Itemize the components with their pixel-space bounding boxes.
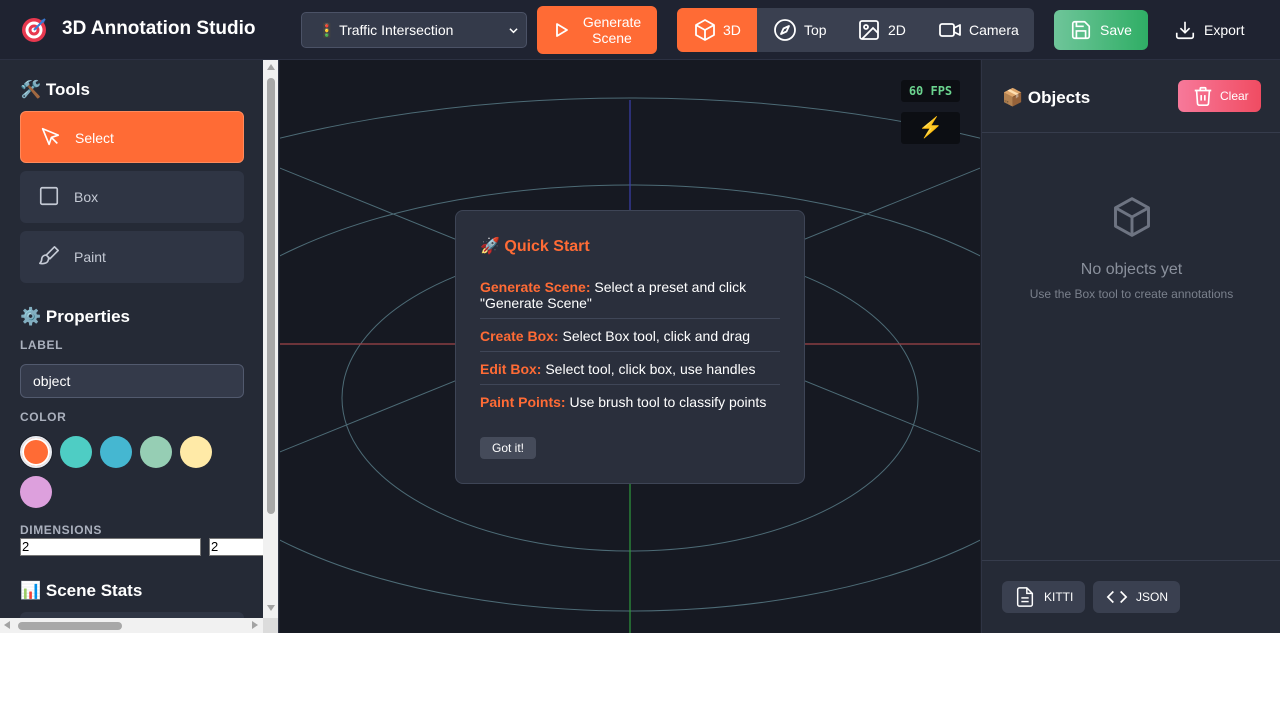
color-caption: COLOR — [20, 410, 67, 424]
scroll-left-icon — [4, 621, 10, 629]
lightning-icon: ⚡ — [901, 112, 960, 144]
objects-header: 📦 Objects Clear — [982, 60, 1280, 133]
cube-icon — [695, 19, 715, 41]
quick-start-item: Create Box: Select Box tool, click and d… — [480, 328, 780, 344]
tools-title: 🛠️ Tools — [20, 80, 90, 99]
scrollbar-thumb[interactable] — [267, 78, 275, 514]
quick-start-key: Create Box: — [480, 328, 559, 344]
scroll-up-icon — [267, 64, 275, 70]
code-icon — [1106, 590, 1128, 604]
scroll-down-icon — [267, 605, 275, 611]
sidebar-vertical-scrollbar[interactable] — [263, 60, 278, 618]
generate-scene-label: Generate Scene — [582, 14, 642, 46]
clear-label: Clear — [1220, 89, 1249, 103]
quick-start-key: Edit Box: — [480, 361, 542, 377]
quick-start-item: Edit Box: Select tool, click box, use ha… — [480, 361, 780, 377]
download-icon — [1175, 21, 1195, 40]
tool-box-label: Box — [74, 189, 99, 205]
trash-icon — [1194, 86, 1212, 106]
top-bar: 3D Annotation Studio 🚦 Traffic Intersect… — [0, 0, 1280, 60]
export-button[interactable]: Export — [1160, 10, 1260, 50]
preset-select[interactable]: 🚦 Traffic Intersection — [301, 12, 527, 48]
color-swatch[interactable] — [180, 436, 212, 468]
export-kitti-label: KITTI — [1044, 590, 1074, 604]
view-mode-group: 3D Top 2D Camera — [677, 8, 1034, 52]
fps-counter: 60 FPS — [901, 80, 960, 102]
scroll-right-icon — [252, 621, 258, 629]
square-icon — [39, 186, 59, 206]
sidebar-horizontal-scrollbar[interactable] — [0, 618, 263, 633]
export-json-label: JSON — [1136, 590, 1169, 604]
properties-title: ⚙️ Properties — [20, 307, 130, 326]
app-title: 3D Annotation Studio — [62, 18, 256, 39]
view-mode-2d-label: 2D — [888, 22, 906, 38]
target-icon — [22, 18, 46, 42]
scrollbar-corner — [263, 618, 278, 633]
view-mode-3d-label: 3D — [723, 22, 741, 38]
save-label: Save — [1100, 22, 1132, 38]
dimensions-caption: DIMENSIONS — [20, 523, 103, 537]
empty-state-title: No objects yet — [1080, 261, 1183, 278]
image-icon — [859, 20, 879, 40]
quick-start-key: Generate Scene: — [480, 279, 591, 295]
tool-box[interactable]: Box — [20, 171, 244, 223]
compass-icon — [774, 19, 796, 41]
view-mode-top-label: Top — [804, 22, 827, 38]
quick-start-text: Use brush tool to classify points — [565, 394, 767, 410]
quick-start-item: Paint Points: Use brush tool to classify… — [480, 394, 780, 410]
floppy-icon — [1071, 20, 1091, 40]
view-mode-3d[interactable]: 3D — [677, 8, 757, 52]
color-swatch[interactable] — [140, 436, 172, 468]
brush-icon — [39, 246, 59, 265]
chevron-down-icon — [509, 28, 518, 34]
export-kitti-button[interactable]: KITTI — [1002, 581, 1085, 613]
empty-state-subtitle: Use the Box tool to create annotations — [1029, 287, 1234, 301]
file-icon — [1016, 587, 1034, 607]
3d-viewport[interactable]: 60 FPS ⚡ 🚀 Quick Start Generate Scene: S… — [280, 60, 980, 633]
dimension-height-input[interactable]: 2 — [209, 538, 269, 556]
label-input[interactable]: object — [20, 364, 244, 398]
divider — [480, 318, 780, 319]
empty-box-icon — [1114, 197, 1150, 237]
objects-panel: 📦 Objects Clear No objects yet Use the B… — [981, 60, 1280, 633]
divider — [480, 351, 780, 352]
video-camera-icon — [939, 23, 961, 37]
quick-start-text: Select Box tool, click and drag — [558, 328, 751, 344]
quick-start-text: Select tool, click box, use handles — [541, 361, 756, 377]
quick-start-dialog: 🚀 Quick Start Generate Scene: Select a p… — [455, 210, 805, 484]
color-swatch[interactable] — [60, 436, 92, 468]
preset-select-value: 🚦 Traffic Intersection — [318, 22, 454, 38]
export-json-button[interactable]: JSON — [1093, 581, 1180, 613]
app-root: 3D Annotation Studio 🚦 Traffic Intersect… — [0, 0, 1280, 633]
scrollbar-thumb[interactable] — [18, 622, 122, 630]
play-icon — [556, 23, 568, 37]
save-button[interactable]: Save — [1054, 10, 1148, 50]
dimension-width-input[interactable]: 2 — [20, 538, 201, 556]
export-label: Export — [1204, 22, 1245, 38]
cursor-icon — [41, 127, 60, 146]
quick-start-title: 🚀 Quick Start — [480, 238, 590, 255]
objects-title: 📦 Objects — [1002, 88, 1091, 107]
label-caption: LABEL — [20, 338, 63, 352]
view-mode-camera-label: Camera — [969, 22, 1019, 38]
view-mode-camera[interactable]: Camera — [923, 8, 1034, 52]
view-mode-top[interactable]: Top — [757, 8, 840, 52]
color-swatch[interactable] — [100, 436, 132, 468]
quick-start-item: Generate Scene: Select a preset and clic… — [480, 279, 780, 311]
view-mode-2d[interactable]: 2D — [840, 8, 923, 52]
generate-scene-button[interactable]: Generate Scene — [537, 6, 657, 54]
quick-start-key: Paint Points: — [480, 394, 566, 410]
color-swatch[interactable] — [20, 436, 52, 468]
scene-stats-title: 📊 Scene Stats — [20, 581, 143, 600]
got-it-button[interactable]: Got it! — [480, 437, 536, 459]
color-swatch[interactable] — [20, 476, 52, 508]
left-sidebar[interactable]: 🛠️ Tools Select Box Paint ⚙️ Properties … — [0, 60, 279, 633]
clear-button[interactable]: Clear — [1178, 80, 1261, 112]
divider — [480, 384, 780, 385]
tool-select[interactable]: Select — [20, 111, 244, 163]
export-format-bar: KITTI JSON — [982, 560, 1280, 633]
tool-select-label: Select — [75, 130, 114, 146]
tool-paint-label: Paint — [74, 249, 106, 265]
tool-paint[interactable]: Paint — [20, 231, 244, 283]
